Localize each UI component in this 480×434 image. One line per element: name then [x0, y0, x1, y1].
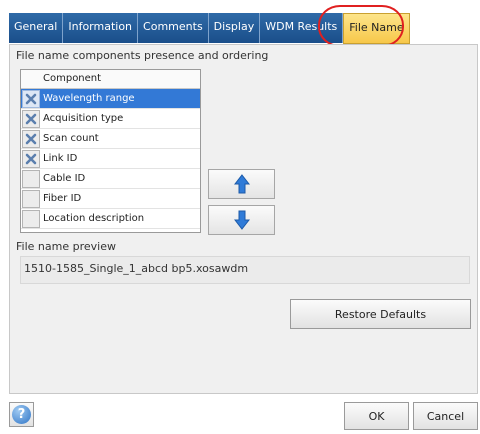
component-label: Location description	[43, 213, 145, 224]
component-row[interactable]: Scan count	[21, 129, 200, 149]
component-checkbox[interactable]	[22, 169, 40, 188]
component-column-header: Component	[21, 70, 200, 89]
component-row[interactable]: Wavelength range	[21, 89, 200, 109]
move-down-button[interactable]	[208, 205, 275, 235]
component-checkbox-checked[interactable]	[22, 129, 40, 148]
arrow-down-icon	[233, 210, 250, 230]
dialog-footer: ? OK Cancel	[0, 394, 480, 434]
component-row[interactable]: Cable ID	[21, 169, 200, 189]
restore-defaults-button[interactable]: Restore Defaults	[290, 299, 471, 329]
file-name-preview-box: 1510-1585_Single_1_abcd bp5.xosawdm	[20, 256, 470, 284]
component-row[interactable]: Location description	[21, 209, 200, 229]
component-checkbox-checked[interactable]	[22, 89, 40, 108]
component-row[interactable]: Link ID	[21, 149, 200, 169]
arrow-up-icon	[233, 174, 250, 194]
component-label: Acquisition type	[43, 113, 124, 124]
x-mark-icon	[25, 153, 37, 164]
component-label: Cable ID	[43, 173, 86, 184]
tab-comments[interactable]: Comments	[138, 13, 209, 43]
tab-display[interactable]: Display	[208, 13, 261, 43]
move-up-button[interactable]	[208, 169, 275, 199]
component-checkbox-checked[interactable]	[22, 109, 40, 128]
x-mark-icon	[25, 93, 37, 104]
components-section-title: File name components presence and orderi…	[16, 49, 269, 62]
component-label: Link ID	[43, 153, 78, 164]
component-checkbox[interactable]	[22, 189, 40, 208]
tab-general[interactable]: General	[9, 13, 64, 43]
component-label: Wavelength range	[43, 93, 135, 104]
help-icon: ?	[12, 405, 31, 424]
help-button[interactable]: ?	[9, 402, 34, 427]
x-mark-icon	[25, 133, 37, 144]
tab-information[interactable]: Information	[63, 13, 139, 43]
component-label: Fiber ID	[43, 193, 82, 204]
file-name-settings-window: General Information Comments Display WDM…	[0, 0, 480, 434]
component-label: Scan count	[43, 133, 99, 144]
component-row[interactable]: Acquisition type	[21, 109, 200, 129]
annotation-highlight-ring	[318, 5, 404, 47]
component-row[interactable]: Fiber ID	[21, 189, 200, 209]
cancel-button[interactable]: Cancel	[413, 402, 478, 430]
ok-button[interactable]: OK	[344, 402, 409, 430]
component-checkbox-checked[interactable]	[22, 149, 40, 168]
file-name-panel: File name components presence and orderi…	[9, 44, 478, 394]
component-list: Component Wavelength range Acquisition ty…	[20, 69, 201, 233]
preview-section-title: File name preview	[16, 240, 116, 253]
file-name-preview-value: 1510-1585_Single_1_abcd bp5.xosawdm	[24, 262, 249, 275]
x-mark-icon	[25, 113, 37, 124]
component-checkbox[interactable]	[22, 209, 40, 228]
